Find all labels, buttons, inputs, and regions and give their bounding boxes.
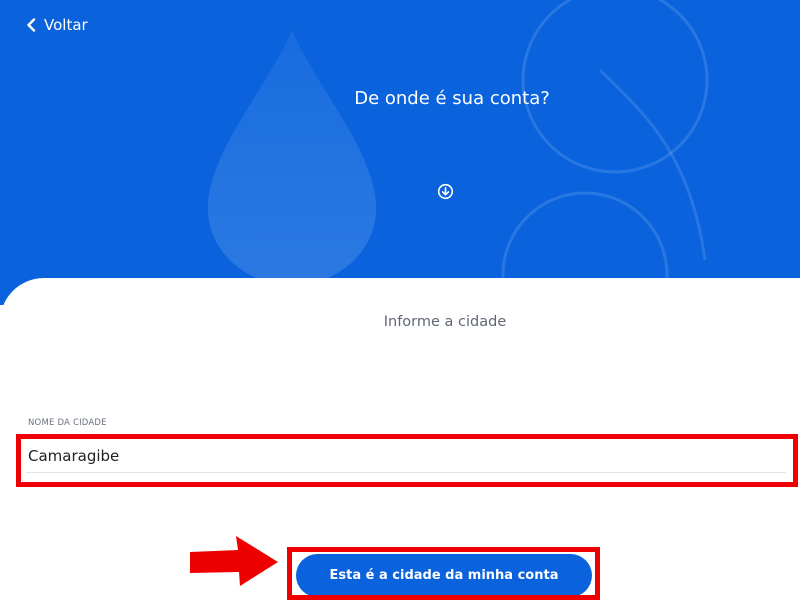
arrow-down-circle-icon[interactable] [437,183,454,200]
back-button[interactable]: Voltar [26,14,88,36]
back-label: Voltar [44,16,88,34]
city-field-label: NOME DA CIDADE [28,418,107,428]
confirm-city-button[interactable]: Esta é a cidade da minha conta [296,554,592,597]
decorative-background [207,0,709,305]
page-title: De onde é sua conta? [354,88,550,109]
hero-header: Voltar De onde é sua conta? [0,0,800,305]
panel-subtitle: Informe a cidade [383,314,507,330]
chevron-left-icon [27,18,36,32]
city-input[interactable] [26,440,786,473]
water-drop-decoration [207,30,377,285]
red-arrow-icon [190,536,278,586]
